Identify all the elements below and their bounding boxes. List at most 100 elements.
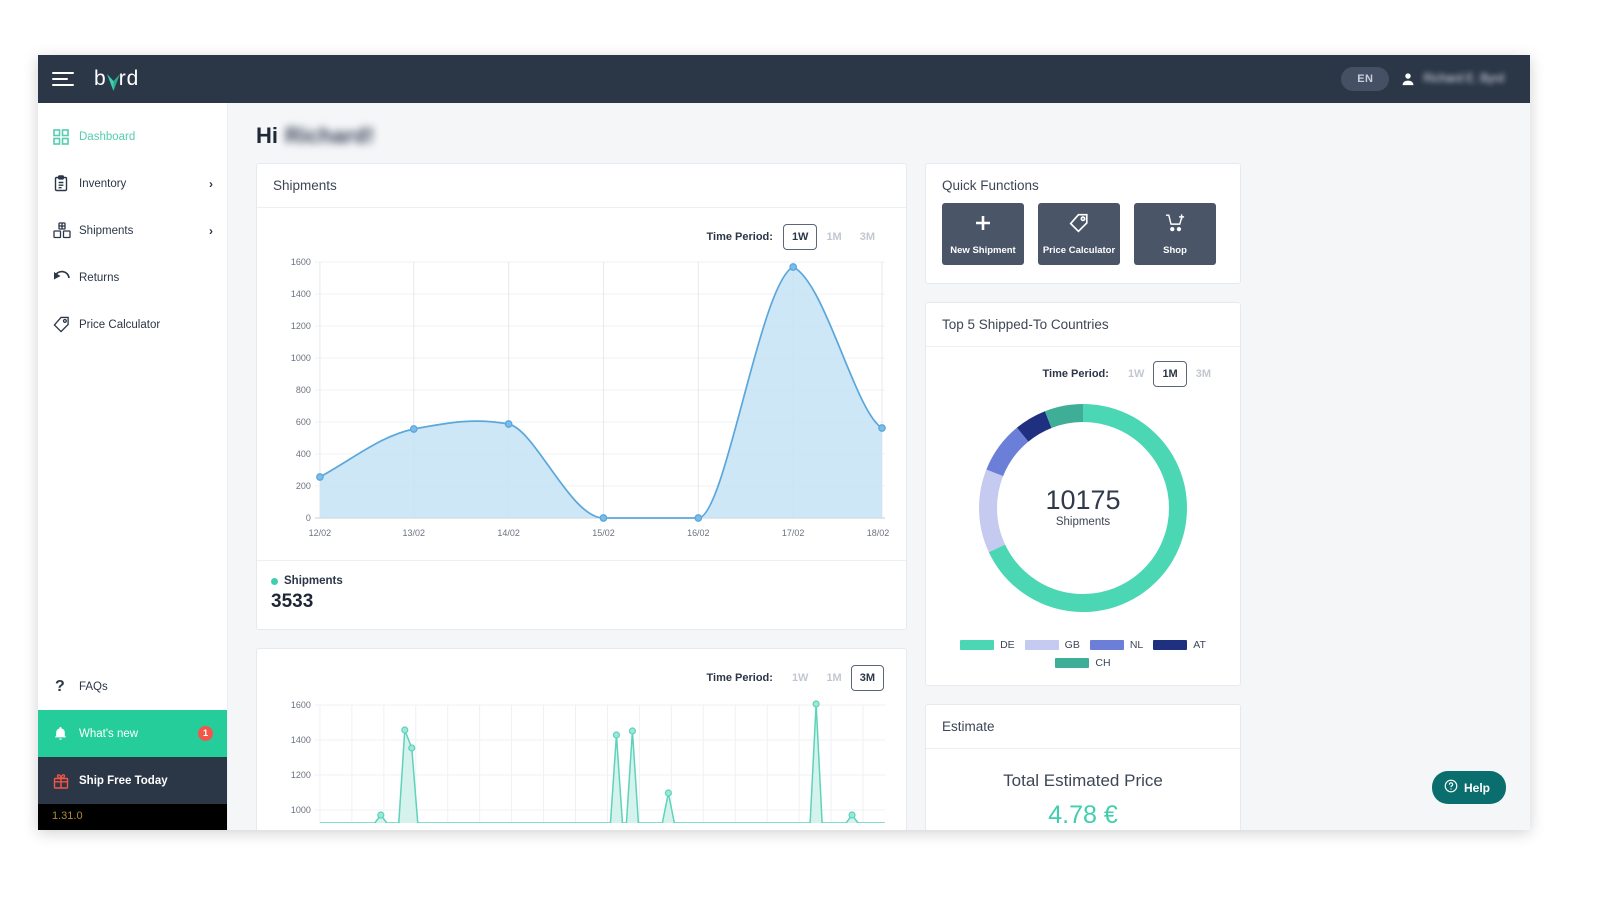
legend-label-gb: GB <box>1065 639 1080 651</box>
sidebar-item-label: What's new <box>79 728 138 740</box>
legend-item-gb[interactable]: GB <box>1025 639 1080 651</box>
version-label: 1.31.0 <box>38 804 227 830</box>
time-period-option-3m[interactable]: 3M <box>851 224 884 250</box>
shipments-total-value: 3533 <box>271 591 890 613</box>
time-period-option-1w[interactable]: 1W <box>783 665 818 691</box>
greeting-user-name: Richard! <box>285 123 374 149</box>
language-selector[interactable]: EN <box>1341 67 1389 91</box>
question-circle-icon <box>1444 779 1458 796</box>
legend-swatch-nl <box>1090 640 1124 650</box>
svg-text:13/02: 13/02 <box>403 528 425 538</box>
logo-text: brd <box>94 67 139 91</box>
legend-label-de: DE <box>1000 639 1015 651</box>
time-period-option-1w[interactable]: 1W <box>1119 361 1154 387</box>
legend-dot-icon <box>271 578 278 585</box>
countries-time-period-selector: Time Period: 1W 1M 3M <box>940 357 1226 389</box>
sidebar-item-whats-new[interactable]: What's new 1 <box>38 710 227 757</box>
sidebar-item-returns[interactable]: Returns <box>38 254 227 301</box>
estimate-card-title: Estimate <box>926 705 1240 749</box>
legend-swatch-de <box>960 640 994 650</box>
grid-icon <box>53 129 79 145</box>
svg-text:400: 400 <box>296 449 311 459</box>
topbar-right-group: EN Richard E. Byrd chevron-down-icon <box>1341 67 1512 91</box>
svg-text:1600: 1600 <box>291 257 311 267</box>
svg-text:0: 0 <box>306 513 311 523</box>
shipments-area-chart: 1600 1400 1200 1000 800 600 400 200 0 <box>271 252 890 552</box>
svg-text:17/02: 17/02 <box>782 528 804 538</box>
secondary-area-chart: 1600 1400 1200 1000 <box>271 693 890 823</box>
svg-text:18/02: 18/02 <box>867 528 889 538</box>
time-period-option-3m[interactable]: 3M <box>1187 361 1220 387</box>
quick-functions-card: Quick Functions New Shipment <box>925 163 1241 284</box>
right-column: Quick Functions New Shipment <box>925 163 1241 830</box>
svg-text:16/02: 16/02 <box>687 528 709 538</box>
legend-item-ch[interactable]: CH <box>1055 657 1110 669</box>
secondary-chart-card: Time Period: 1W 1M 3M <box>256 648 907 830</box>
time-period-option-1w[interactable]: 1W <box>783 224 818 250</box>
bell-icon <box>53 726 79 742</box>
sidebar-item-label: Shipments <box>79 225 133 237</box>
return-arrow-icon <box>53 270 79 285</box>
secondary-time-period-selector: Time Period: 1W 1M 3M <box>271 661 890 693</box>
svg-text:12/02: 12/02 <box>309 528 331 538</box>
legend-swatch-ch <box>1055 658 1089 668</box>
time-period-option-1m[interactable]: 1M <box>1153 361 1186 387</box>
svg-text:200: 200 <box>296 481 311 491</box>
sidebar-item-inventory[interactable]: Inventory › <box>38 160 227 207</box>
svg-text:1000: 1000 <box>291 353 311 363</box>
svg-text:800: 800 <box>296 385 311 395</box>
sidebar-item-price-calculator[interactable]: Price Calculator <box>38 301 227 348</box>
legend-item-de[interactable]: DE <box>960 639 1015 651</box>
time-period-label: Time Period: <box>707 231 773 243</box>
plus-icon <box>973 213 993 238</box>
shipments-time-period-selector: Time Period: 1W 1M 3M <box>271 220 890 252</box>
shipments-card: Shipments Time Period: 1W 1M 3M <box>256 163 907 630</box>
svg-text:1200: 1200 <box>291 770 311 780</box>
time-period-option-1m[interactable]: 1M <box>817 224 850 250</box>
legend-item-at[interactable]: AT <box>1153 639 1206 651</box>
sidebar-item-label: Dashboard <box>79 131 135 143</box>
shipments-card-body: Time Period: 1W 1M 3M <box>257 208 906 560</box>
sidebar-item-dashboard[interactable]: Dashboard <box>38 113 227 160</box>
help-button-label: Help <box>1464 781 1490 795</box>
top-countries-card: Top 5 Shipped-To Countries Time Period: … <box>925 302 1241 686</box>
legend-label-nl: NL <box>1130 639 1143 651</box>
svg-text:1600: 1600 <box>291 700 311 710</box>
sidebar-secondary-nav: ? FAQs What's new 1 <box>38 663 227 830</box>
application-window: brd EN Richard E. Byrd chevron-down-icon <box>38 55 1530 830</box>
shop-button[interactable]: Shop <box>1134 203 1216 265</box>
countries-donut-chart: 10175 Shipments <box>940 389 1226 629</box>
user-menu[interactable]: Richard E. Byrd chevron-down-icon <box>1401 72 1512 86</box>
legend-swatch-gb <box>1025 640 1059 650</box>
estimate-value: 4.78 € <box>942 801 1224 830</box>
left-column: Shipments Time Period: 1W 1M 3M <box>256 163 907 830</box>
legend-item-nl[interactable]: NL <box>1090 639 1143 651</box>
sidebar-item-label: Ship Free Today <box>79 775 168 787</box>
quick-function-label: New Shipment <box>950 245 1015 256</box>
quick-function-label: Shop <box>1163 245 1187 256</box>
gift-icon <box>53 773 79 789</box>
boxes-icon <box>53 222 79 239</box>
quick-function-label: Price Calculator <box>1043 245 1115 256</box>
estimate-subtitle: Total Estimated Price <box>942 771 1224 791</box>
shipments-chart-svg: 1600 1400 1200 1000 800 600 400 200 0 <box>271 252 890 552</box>
byrd-logo: brd <box>94 67 139 91</box>
sidebar-item-shipments[interactable]: Shipments › <box>38 207 227 254</box>
hamburger-icon[interactable] <box>52 72 74 86</box>
sidebar-item-faqs[interactable]: ? FAQs <box>38 663 227 710</box>
time-period-label: Time Period: <box>1043 368 1109 380</box>
top-countries-title: Top 5 Shipped-To Countries <box>926 303 1240 347</box>
time-period-option-1m[interactable]: 1M <box>817 665 850 691</box>
time-period-label: Time Period: <box>707 672 773 684</box>
tag-icon <box>1069 213 1089 238</box>
main-content: Hi Richard! Shipments Time Period: 1W 1M <box>228 103 1530 830</box>
avatar <box>1401 72 1415 86</box>
price-calculator-button[interactable]: Price Calculator <box>1038 203 1120 265</box>
new-shipment-button[interactable]: New Shipment <box>942 203 1024 265</box>
quick-functions-row: New Shipment Price Calculator <box>926 199 1240 283</box>
secondary-chart-body: Time Period: 1W 1M 3M <box>257 649 906 830</box>
help-button[interactable]: Help <box>1432 771 1506 804</box>
time-period-option-3m[interactable]: 3M <box>851 665 884 691</box>
svg-text:1000: 1000 <box>291 805 311 815</box>
sidebar-item-ship-free-today[interactable]: Ship Free Today <box>38 757 227 804</box>
